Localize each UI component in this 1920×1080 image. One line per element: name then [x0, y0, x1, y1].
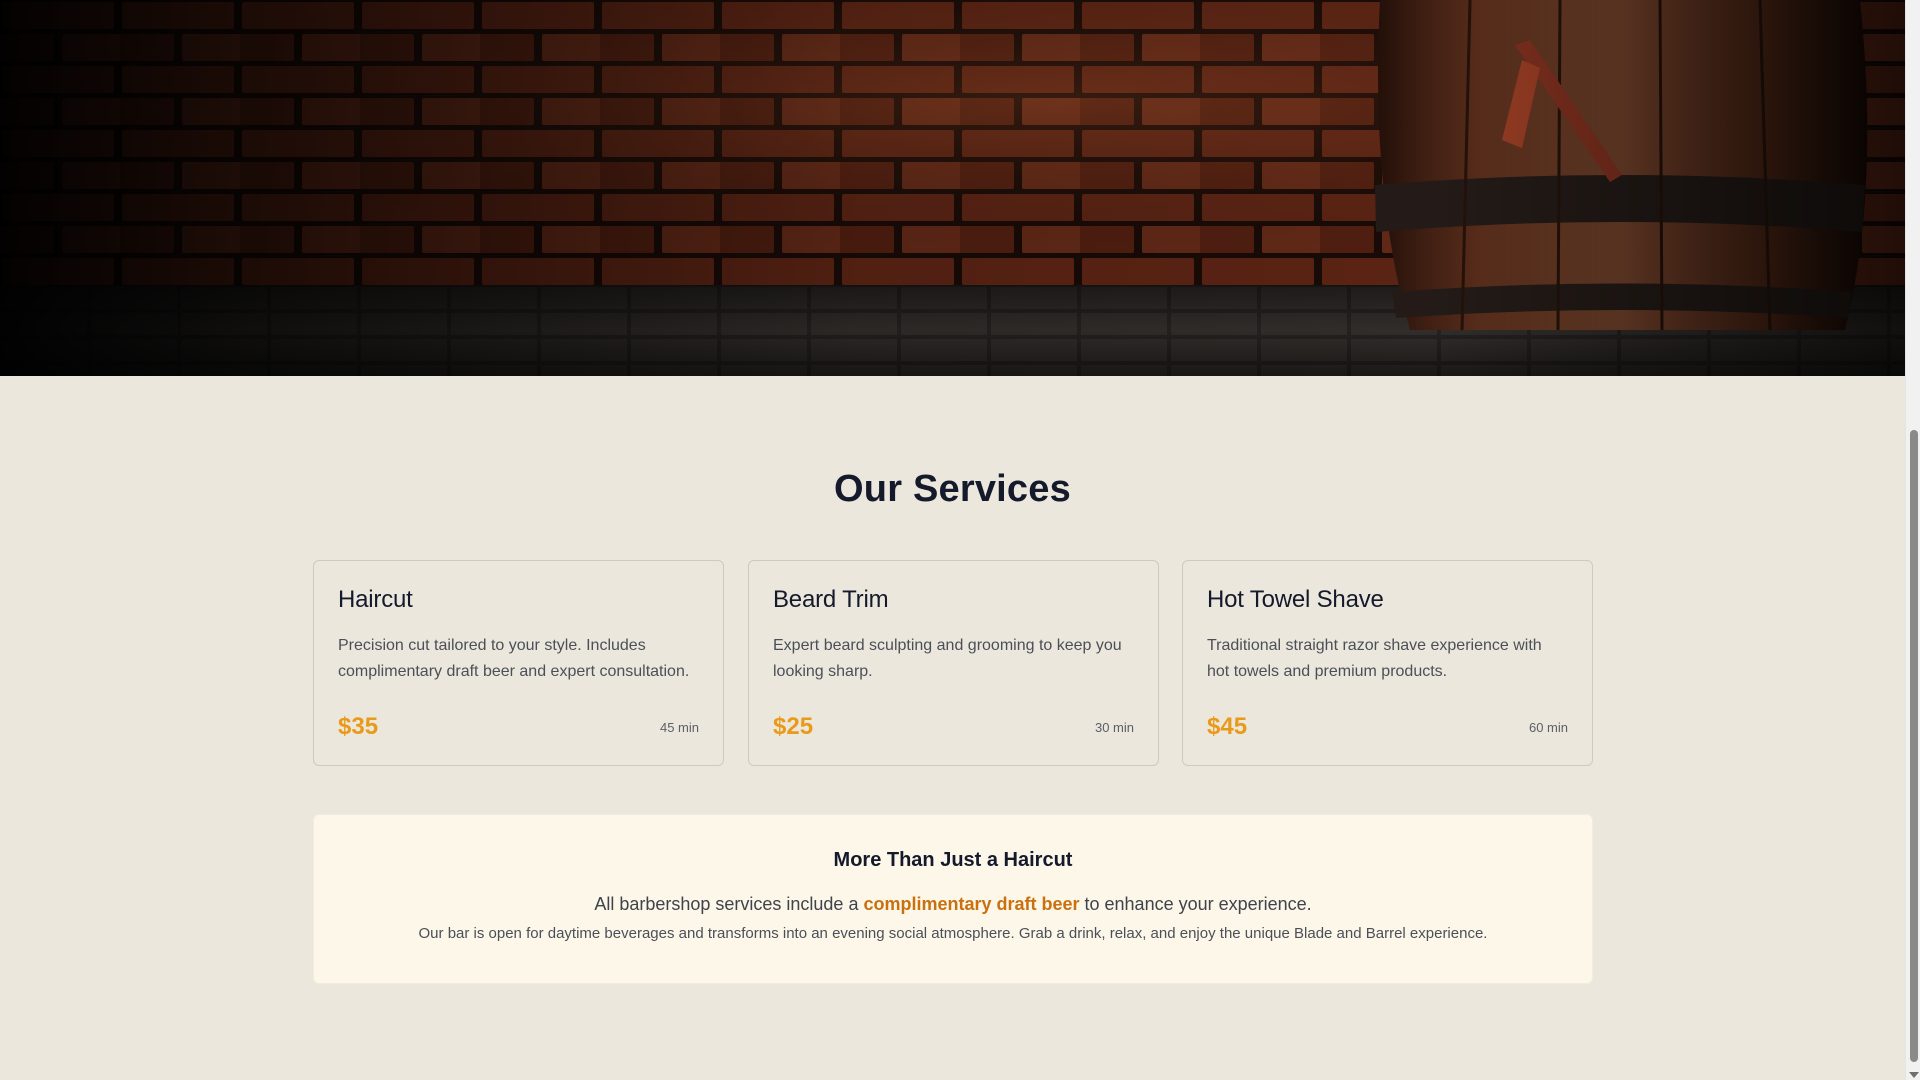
- service-name: Hot Towel Shave: [1207, 586, 1384, 613]
- promo-line: All barbershop services include a compli…: [314, 894, 1592, 915]
- service-description: Precision cut tailored to your style. In…: [338, 637, 690, 680]
- services-section: Our Services Haircut Precision cut tailo…: [0, 376, 1905, 1080]
- service-card-beard-trim[interactable]: Beard Trim Expert beard sculpting and gr…: [748, 560, 1159, 766]
- service-footer: $35 45 min: [338, 711, 699, 741]
- scroll-down-arrow-icon[interactable]: [1909, 1072, 1919, 1078]
- promo-box: More Than Just a Haircut All barbershop …: [313, 814, 1593, 984]
- service-card-haircut[interactable]: Haircut Precision cut tailored to your s…: [313, 560, 724, 766]
- service-price: $35: [338, 713, 379, 740]
- service-description: Traditional straight razor shave experie…: [1207, 637, 1542, 680]
- promo-title: More Than Just a Haircut: [833, 849, 1073, 871]
- service-name: Haircut: [338, 586, 413, 613]
- service-price: $25: [773, 713, 814, 740]
- promo-highlight: complimentary draft beer: [863, 894, 1080, 914]
- service-footer: $25 30 min: [773, 711, 1134, 741]
- section-title: Our Services: [834, 468, 1071, 510]
- service-duration: 60 min: [1528, 720, 1568, 735]
- service-price: $45: [1207, 713, 1248, 740]
- service-description: Expert beard sculpting and grooming to k…: [773, 637, 1122, 680]
- promo-subtext: Our bar is open for daytime beverages an…: [418, 925, 1488, 942]
- service-duration: 45 min: [659, 720, 699, 735]
- hero-image: [0, 0, 1905, 376]
- promo-line-end: to enhance your experience.: [1079, 894, 1312, 914]
- page-scrollbar[interactable]: [1905, 0, 1920, 1080]
- service-card-hot-towel-shave[interactable]: Hot Towel Shave Traditional straight raz…: [1182, 560, 1593, 766]
- service-footer: $45 60 min: [1207, 711, 1568, 741]
- service-name: Beard Trim: [773, 586, 889, 613]
- services-cards: Haircut Precision cut tailored to your s…: [313, 560, 1593, 766]
- service-duration: 30 min: [1094, 720, 1134, 735]
- scrollbar-thumb[interactable]: [1910, 430, 1918, 1062]
- promo-line-start: All barbershop services include a: [594, 894, 864, 914]
- hero-photo: [0, 0, 1905, 376]
